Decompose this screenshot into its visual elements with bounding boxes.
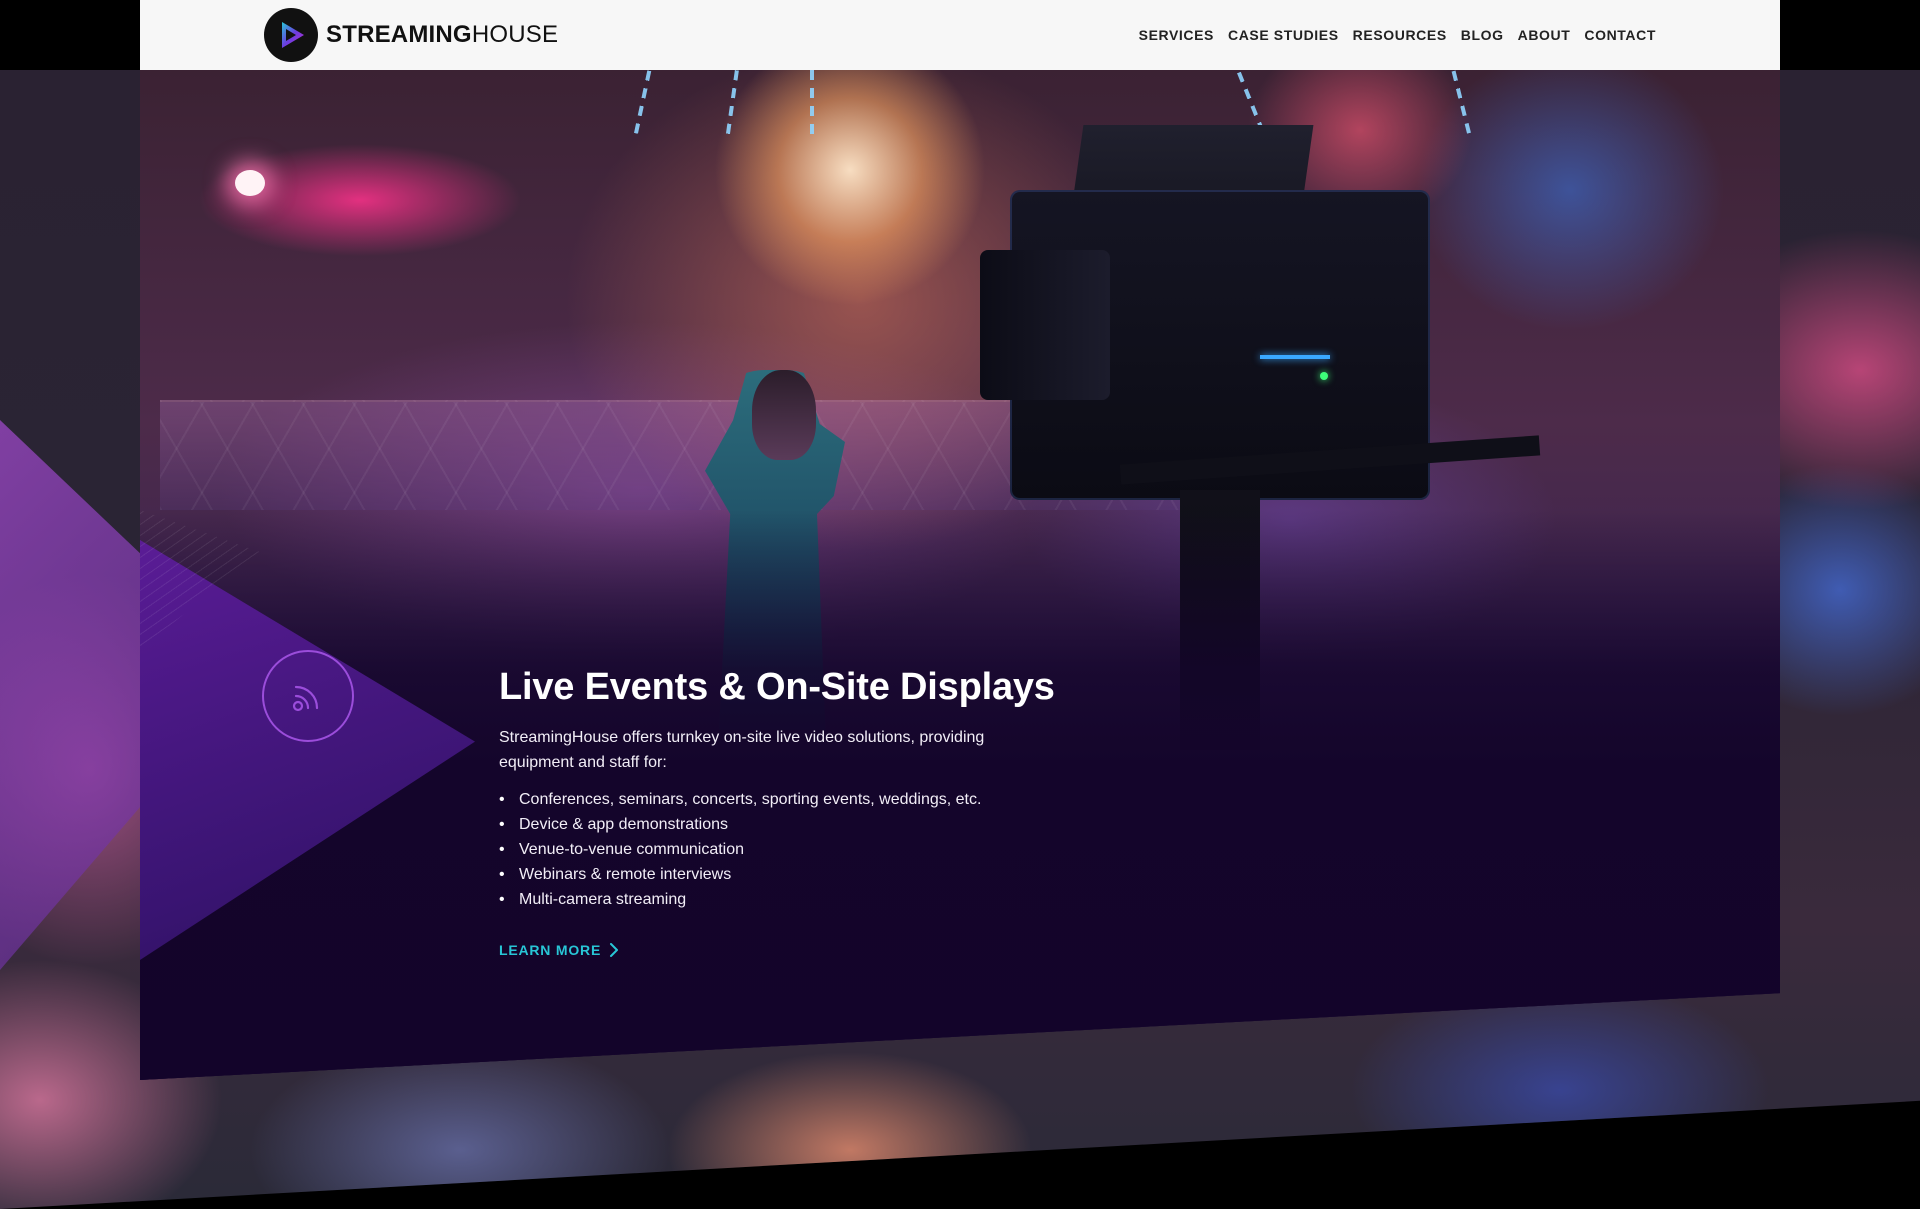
- logo-bold: STREAMING: [326, 21, 472, 48]
- rss-icon: [262, 650, 354, 742]
- feature-description: StreamingHouse offers turnkey on-site li…: [499, 729, 985, 771]
- feature-bullets: Conferences, seminars, concerts, sportin…: [499, 787, 1119, 912]
- logo-light: HOUSE: [471, 21, 559, 48]
- learn-more-link[interactable]: LEARN MORE: [499, 942, 619, 958]
- camera-lens: [980, 250, 1110, 400]
- ceiling-light: [810, 70, 814, 140]
- nav-services[interactable]: SERVICES: [1139, 27, 1214, 43]
- chevron-right-icon: [610, 943, 619, 957]
- ceiling-light: [1451, 70, 1473, 140]
- camera-led-blue: [1260, 355, 1330, 359]
- site-header: STREAMINGHOUSE SERVICES CASE STUDIES RES…: [140, 0, 1780, 70]
- feature-title: Live Events & On-Site Displays: [499, 666, 1055, 708]
- spotlight-lamp: [235, 170, 265, 196]
- page: Live Events & On-Site Displays Streaming…: [0, 0, 1920, 1209]
- nav-about[interactable]: ABOUT: [1518, 27, 1571, 43]
- list-item: Venue-to-venue communication: [499, 837, 1119, 862]
- list-item: Conferences, seminars, concerts, sportin…: [499, 787, 1119, 812]
- play-icon: [282, 22, 304, 48]
- ceiling-light: [632, 70, 652, 140]
- nav-resources[interactable]: RESOURCES: [1353, 27, 1447, 43]
- nav-case-studies[interactable]: CASE STUDIES: [1228, 27, 1339, 43]
- play-logo-icon: [264, 8, 318, 62]
- main-nav: SERVICES CASE STUDIES RESOURCES BLOG ABO…: [1139, 27, 1656, 43]
- rss-icon-glyph: [292, 685, 319, 712]
- ceiling-light: [725, 70, 739, 140]
- performer-head: [752, 370, 816, 460]
- logo-wordmark: STREAMINGHOUSE: [326, 21, 558, 49]
- hero-card: Live Events & On-Site Displays Streaming…: [140, 70, 1780, 1080]
- logo[interactable]: STREAMINGHOUSE: [264, 8, 558, 62]
- list-item: Multi-camera streaming: [499, 887, 1119, 912]
- feature-content: Live Events & On-Site Displays Streaming…: [499, 664, 1119, 960]
- nav-contact[interactable]: CONTACT: [1584, 27, 1656, 43]
- list-item: Device & app demonstrations: [499, 812, 1119, 837]
- camera-led-green: [1320, 372, 1328, 380]
- nav-blog[interactable]: BLOG: [1461, 27, 1504, 43]
- learn-more-label: LEARN MORE: [499, 942, 602, 958]
- list-item: Webinars & remote interviews: [499, 862, 1119, 887]
